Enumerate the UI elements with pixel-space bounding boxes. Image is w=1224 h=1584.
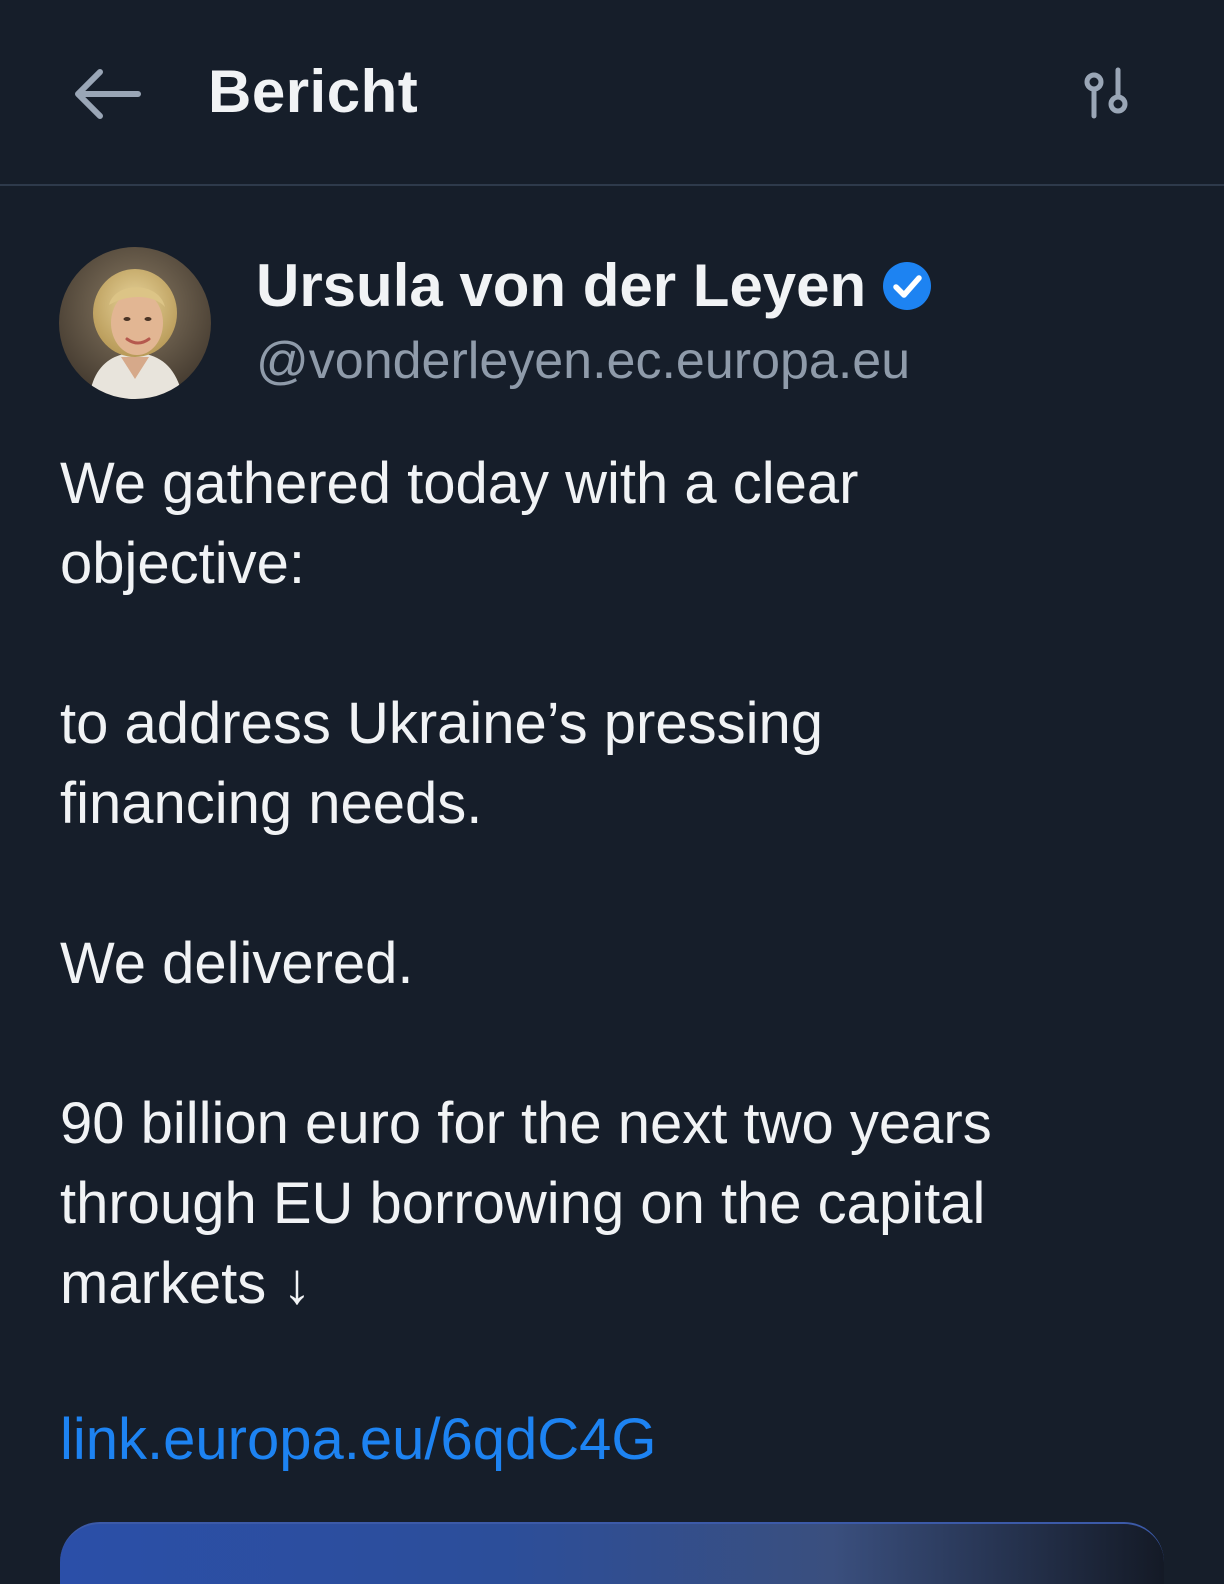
- post-link[interactable]: link.europa.eu/6qdC4G: [60, 1400, 657, 1480]
- avatar[interactable]: [59, 247, 211, 399]
- verified-badge-icon: [882, 261, 932, 311]
- post-paragraph: 90 billion euro for the next two years t…: [60, 1091, 992, 1316]
- author-handle[interactable]: @vonderleyen.ec.europa.eu: [256, 328, 910, 394]
- author-row: Ursula von der Leyen: [256, 250, 932, 322]
- back-button[interactable]: [60, 58, 152, 130]
- author-name[interactable]: Ursula von der Leyen: [256, 250, 866, 322]
- sliders-icon: [1084, 67, 1128, 119]
- post-paragraph: We delivered.: [60, 931, 414, 996]
- avatar-photo: [59, 247, 211, 399]
- post-paragraph: We gathered today with a clear objective…: [60, 451, 859, 596]
- top-bar: Bericht: [0, 0, 1224, 186]
- page-title: Bericht: [208, 58, 419, 125]
- settings-button[interactable]: [1068, 56, 1144, 132]
- post-paragraph: to address Ukraine’s pressing financing …: [60, 691, 823, 836]
- arrow-left-icon: [75, 69, 141, 119]
- post-text: We gathered today with a clear objective…: [60, 444, 1170, 1404]
- embed-preview-card[interactable]: [60, 1522, 1164, 1584]
